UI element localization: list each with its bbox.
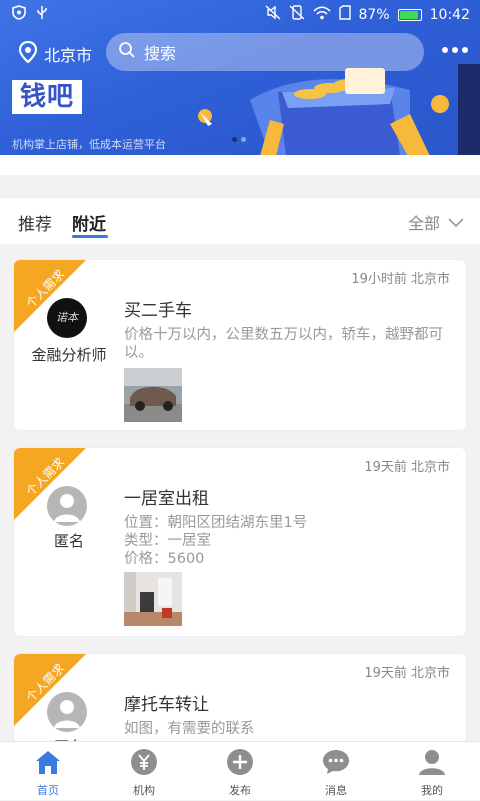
shield-icon xyxy=(12,5,26,24)
bottom-nav: 首页 机构 发布 消息 我的 xyxy=(0,741,480,800)
desc-line: 类型：一居室 xyxy=(124,533,211,549)
tab-recommend[interactable]: 推荐 xyxy=(18,210,52,235)
feed-tabs: 推荐 附近 全部 xyxy=(0,198,480,244)
banner-illustration xyxy=(198,64,480,155)
default-user-icon xyxy=(54,494,80,522)
battery-icon xyxy=(397,8,422,21)
search-icon xyxy=(118,41,136,63)
vibrate-off-icon xyxy=(289,5,305,24)
chat-icon xyxy=(323,750,349,774)
post-meta: 19天前 北京市 xyxy=(364,460,450,475)
post-thumbnail[interactable] xyxy=(124,572,182,626)
post-meta: 19小时前 北京市 xyxy=(351,272,450,287)
avatar[interactable]: 诺本 xyxy=(47,298,87,338)
search-placeholder: 搜索 xyxy=(144,44,177,63)
nav-label: 首页 xyxy=(37,784,59,797)
mute-icon xyxy=(265,5,281,24)
avatar[interactable] xyxy=(47,692,87,732)
post-title: 一居室出租 xyxy=(124,489,209,509)
sim-icon xyxy=(338,5,351,24)
post-card[interactable]: 个人需求 19小时前 北京市 诺本 金融分析师 买二手车 价格十万以内，公里数五… xyxy=(14,260,466,430)
post-card[interactable]: 个人需求 19天前 北京市 匿名 一居室出租 位置：朝阳区团结湖东里1号 类型：… xyxy=(14,448,466,636)
chevron-down-icon xyxy=(448,213,464,232)
post-description: 位置：朝阳区团结湖东里1号 类型：一居室 价格：5600 xyxy=(124,514,454,568)
nav-publish[interactable]: 发布 xyxy=(192,742,288,801)
nav-profile[interactable]: 我的 xyxy=(384,742,480,801)
post-thumbnail[interactable] xyxy=(124,368,182,422)
nav-label: 发布 xyxy=(229,784,251,797)
nav-label: 我的 xyxy=(421,784,443,797)
home-icon xyxy=(36,751,60,774)
banner-bottom-strip xyxy=(0,155,480,175)
post-title: 买二手车 xyxy=(124,301,192,321)
active-tab-indicator xyxy=(72,235,108,238)
desc-line: 价格：5600 xyxy=(124,551,205,567)
desc-line: 位置：朝阳区团结湖东里1号 xyxy=(124,515,308,531)
filter-label: 全部 xyxy=(407,214,440,233)
nav-home[interactable]: 首页 xyxy=(0,742,96,801)
nav-label: 消息 xyxy=(325,784,347,797)
filter-dropdown[interactable]: 全部 xyxy=(408,210,464,234)
post-title: 摩托车转让 xyxy=(124,695,209,715)
nav-messages[interactable]: 消息 xyxy=(288,742,384,801)
status-bar: 87% 10:42 xyxy=(0,0,480,28)
nav-institution[interactable]: 机构 xyxy=(96,742,192,801)
avatar[interactable] xyxy=(47,486,87,526)
yen-icon xyxy=(131,749,157,775)
post-description: 如图，有需要的联系 xyxy=(124,721,255,737)
user-name: 金融分析师 xyxy=(31,346,107,364)
brand-logo: 钱吧 xyxy=(12,80,82,114)
tab-nearby[interactable]: 附近 xyxy=(72,210,106,235)
banner-tagline: 机构掌上店铺，低成本运营平台 xyxy=(12,138,166,151)
more-menu-icon[interactable] xyxy=(442,47,468,53)
city-label: 北京市 xyxy=(44,46,93,65)
battery-percent: 87% xyxy=(358,6,390,23)
location-pin-icon xyxy=(18,40,38,67)
default-user-icon xyxy=(54,700,80,728)
avatar-text: 诺本 xyxy=(56,311,78,324)
user-icon xyxy=(419,750,445,775)
header-banner: 87% 10:42 北京市 搜索 钱吧 机构掌上店铺，低成本运营平台 xyxy=(0,0,480,155)
city-selector[interactable]: 北京市 xyxy=(18,40,93,67)
nav-label: 机构 xyxy=(133,784,155,797)
plus-icon xyxy=(227,749,253,775)
post-meta: 19天前 北京市 xyxy=(364,666,450,681)
wifi-icon xyxy=(312,5,331,24)
usb-icon xyxy=(36,5,48,24)
post-description: 价格十万以内，公里数五万以内，轿车，越野都可以。 xyxy=(124,327,443,361)
clock: 10:42 xyxy=(429,6,470,23)
user-name: 匿名 xyxy=(53,532,84,550)
